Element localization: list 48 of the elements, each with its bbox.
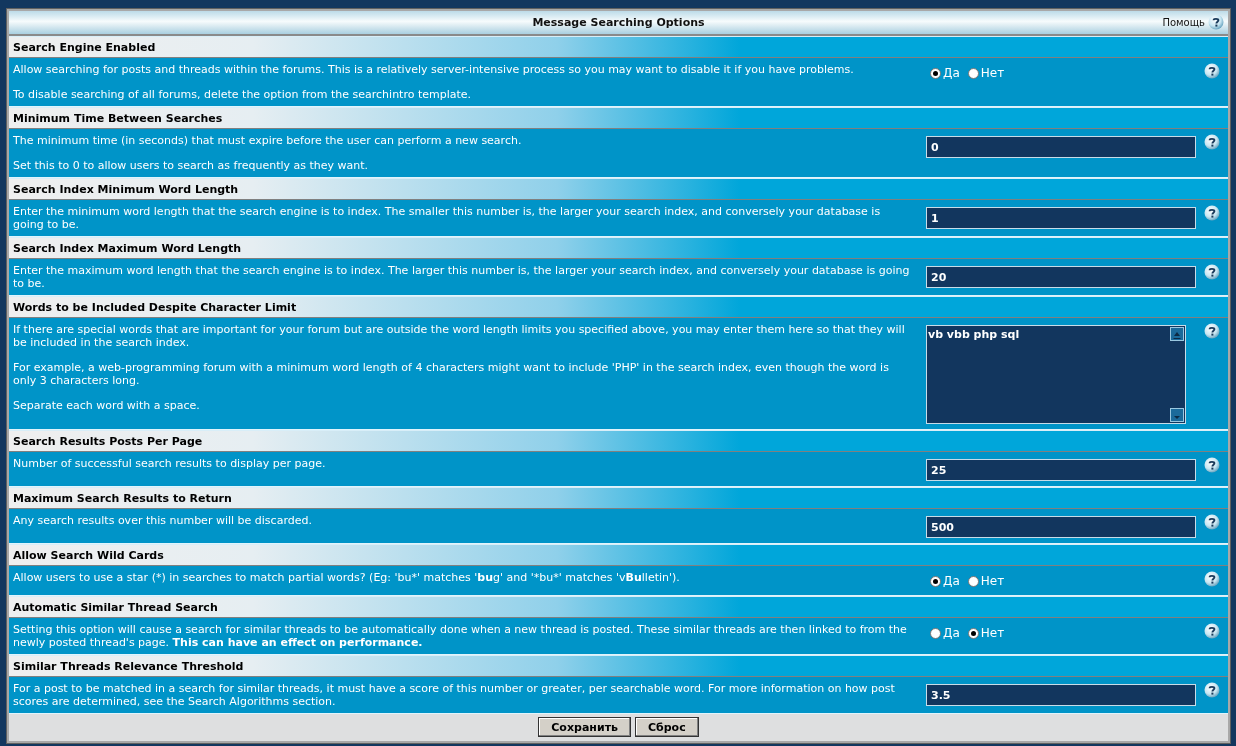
setting-description: For example, a web-programming forum with a minimum word length of 4 characters might want to include 'PHP' in the search index, even though the word is only 3 characters long. [13, 361, 890, 387]
setting-description: The minimum time (in seconds) that must expire before the user can perform a new search. [13, 134, 523, 147]
text-input[interactable]: 500 [926, 516, 1196, 538]
help-icon[interactable] [1204, 264, 1220, 280]
setting-description: For a post to be matched in a search for similar threads, it must have a score of this number or greater, per searchable word. For more information on how post scores are determined, see the Search Algorithms section. [13, 682, 896, 708]
text-input[interactable]: 0 [926, 136, 1196, 158]
setting-description: Any search results over this number will be discarded. [13, 514, 313, 527]
setting-description: If there are special words that are important for your forum but are outside the word length limits you specified above, you may enter them here so that they will be included in the search index. [13, 323, 906, 349]
help-icon[interactable] [1204, 63, 1220, 79]
scroll-down-icon[interactable] [1170, 408, 1184, 422]
help-icon[interactable] [1204, 457, 1220, 473]
help-icon[interactable] [1204, 323, 1220, 339]
setting-description: To disable searching of all forums, delete the option from the searchintro template. [13, 88, 473, 101]
help-icon[interactable] [1204, 623, 1220, 639]
setting-title: Search Engine Enabled [9, 36, 1228, 58]
setting-title: Words to be Included Despite Character Limit [9, 296, 1228, 318]
scroll-up-icon[interactable] [1170, 327, 1184, 341]
help-icon[interactable] [1204, 514, 1220, 530]
setting-description: Separate each word with a space. [13, 399, 201, 412]
setting-description: Set this to 0 to allow users to search as frequently as they want. [13, 159, 370, 172]
setting-title: Allow Search Wild Cards [9, 544, 1228, 566]
help-icon[interactable] [1208, 14, 1224, 30]
help-icon[interactable] [1204, 571, 1220, 587]
help-icon[interactable] [1204, 205, 1220, 221]
setting-title: Similar Threads Relevance Threshold [9, 655, 1228, 677]
setting-description: Setting this option will cause a search for similar threads to be automatically done when a new thread is posted. These similar threads are then linked to from the newly posted thread's page. This can have an effect on performance. [13, 623, 908, 649]
setting-title: Automatic Similar Thread Search [9, 596, 1228, 618]
text-input[interactable]: 1 [926, 207, 1196, 229]
setting-description: Enter the maximum word length that the search engine is to index. The larger this number is, the larger your search index, and conversely your database is going to be. [13, 264, 911, 290]
setting-description: Number of successful search results to display per page. [13, 457, 327, 470]
setting-description: Enter the minimum word length that the search engine is to index. The smaller this number is, the larger your search index, and conversely your database is going to be. [13, 205, 882, 231]
setting-title: Search Index Maximum Word Length [9, 237, 1228, 259]
text-area[interactable]: vb vbb php sql [926, 325, 1186, 424]
setting-description: Allow users to use a star (*) in searches to match partial words? (Eg: 'bu*' matches 'bug' and '*bu*' matches 'vBulletin'). [13, 571, 681, 584]
text-input[interactable]: 25 [926, 459, 1196, 481]
help-icon[interactable] [1204, 134, 1220, 150]
help-link[interactable]: Помощь [1162, 16, 1205, 28]
panel-title: Message Searching Options [532, 16, 705, 29]
text-input[interactable]: 20 [926, 266, 1196, 288]
setting-title: Search Index Minimum Word Length [9, 178, 1228, 200]
text-input[interactable]: 3.5 [926, 684, 1196, 706]
help-icon[interactable] [1204, 682, 1220, 698]
form-button[interactable]: Сохранить [538, 717, 631, 737]
setting-title: Search Results Posts Per Page [9, 430, 1228, 452]
setting-title: Minimum Time Between Searches [9, 107, 1228, 129]
form-button[interactable]: Сброс [634, 717, 699, 737]
setting-description: Allow searching for posts and threads within the forums. This is a relatively server-intensive process so you may want to disable it if you have problems. [13, 63, 855, 76]
setting-title: Maximum Search Results to Return [9, 487, 1228, 509]
